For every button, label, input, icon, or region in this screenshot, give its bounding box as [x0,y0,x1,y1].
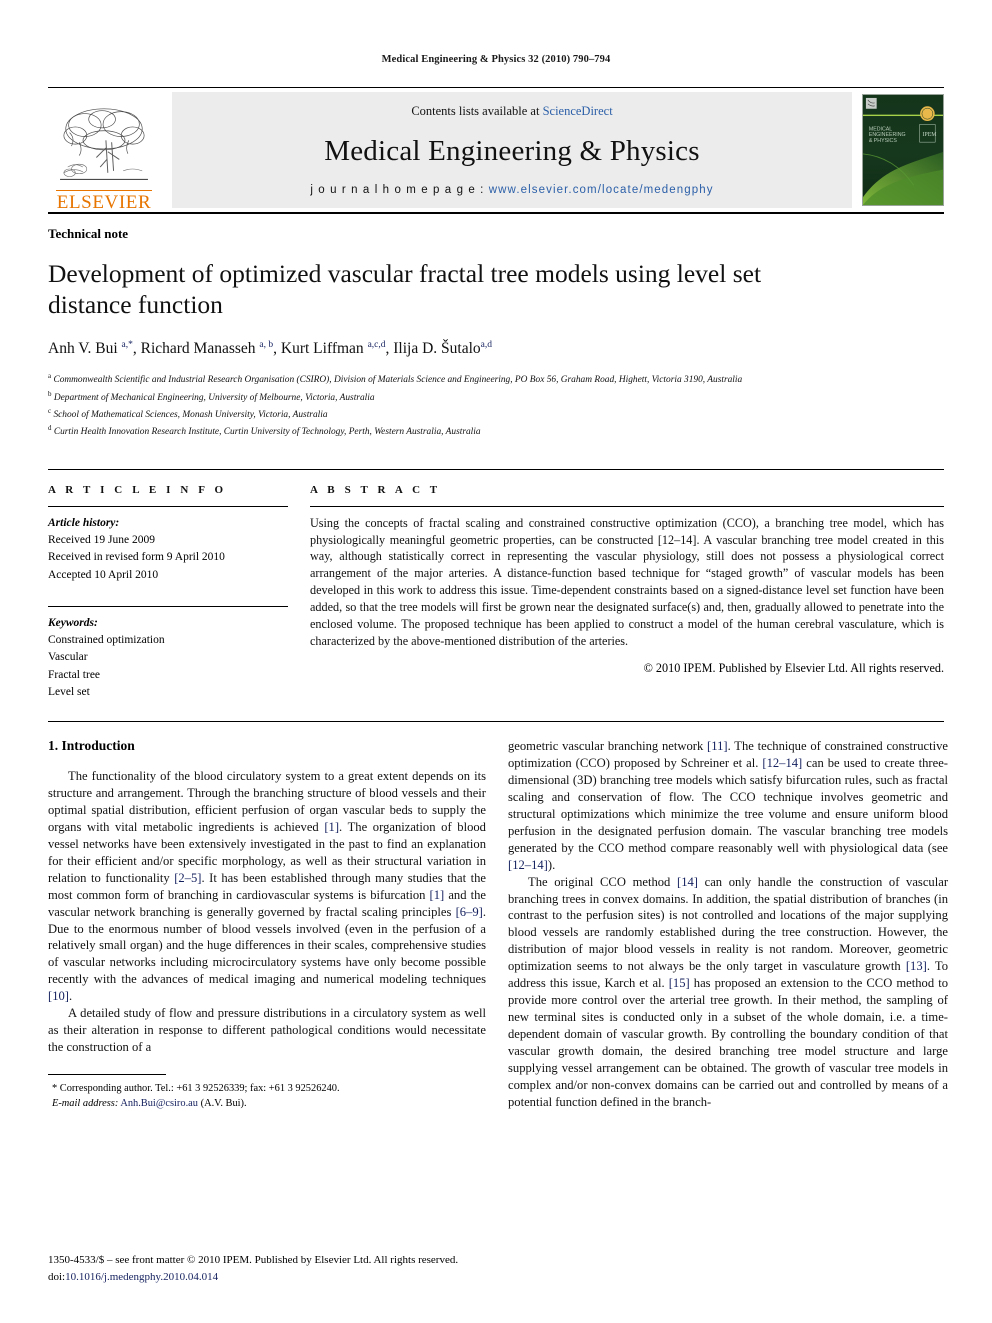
body-columns: 1. Introduction The functionality of the… [48,738,948,1111]
sciencedirect-link[interactable]: ScienceDirect [543,104,613,118]
keywords-rule [48,605,288,607]
footnote-zone: * Corresponding author. Tel.: +61 3 9252… [48,1073,486,1111]
affiliation-item: a Commonwealth Scientific and Industrial… [48,371,944,388]
doi-link[interactable]: 10.1016/j.medengphy.2010.04.014 [65,1271,218,1283]
affiliation-item: d Curtin Health Innovation Research Inst… [48,423,944,440]
footnote-rule [48,1073,166,1075]
abstract-column: A B S T R A C T Using the concepts of fr… [306,484,944,701]
abstract-heading: A B S T R A C T [310,483,441,496]
abstract-text: Using the concepts of fractal scaling an… [310,515,944,648]
body-paragraph: The original CCO method [14] can only ha… [508,874,949,1109]
keyword-item: Level set [48,685,90,698]
journal-homepage-line: j o u r n a l h o m e p a g e : www.else… [310,184,713,196]
keywords-block: Keywords: Constrained optimization Vascu… [48,615,288,701]
affiliation-text: Department of Mechanical Engineering, Un… [53,392,375,403]
body-column-right: geometric vascular branching network [11… [508,738,948,1111]
article-history-label: Article history: [48,516,120,529]
contents-available-line: Contents lists available at ScienceDirec… [411,104,612,119]
info-abstract-region: A R T I C L E I N F O Article history: R… [48,468,944,701]
article-history-item: Accepted 10 April 2010 [48,568,159,581]
journal-title: Medical Engineering & Physics [324,135,700,167]
journal-masthead: ELSEVIER Contents lists available at Sci… [48,87,944,212]
page-title: Development of optimized vascular fracta… [48,259,762,320]
corresponding-author-note: * Corresponding author. Tel.: +61 3 9252… [52,1082,340,1094]
elsevier-logo: ELSEVIER [48,88,160,212]
affiliation-text: School of Mathematical Sciences, Monash … [53,410,328,421]
article-history-item: Received 19 June 2009 [48,534,155,547]
email-label: E-mail address: [52,1097,119,1109]
doi-line: doi:10.1016/j.medengphy.2010.04.014 [48,1269,668,1286]
elsevier-tree-icon [60,108,148,181]
page-footer: 1350-4533/$ – see front matter © 2010 IP… [48,1252,668,1285]
affiliation-list: a Commonwealth Scientific and Industrial… [48,371,944,440]
article-info-rule [48,505,288,507]
email-suffix: (A.V. Bui). [200,1097,247,1109]
affiliation-mark: b [48,389,52,398]
keywords-label: Keywords: [48,616,98,629]
journal-cover-thumbnail: MEDICAL ENGINEERING & PHYSICS IPEM [862,94,944,206]
keyword-item: Fractal tree [48,668,101,681]
keyword-item: Constrained optimization [48,634,165,647]
homepage-label: j o u r n a l h o m e p a g e : [310,184,489,196]
article-info-heading: A R T I C L E I N F O [48,483,227,496]
keyword-item: Vascular [48,651,88,664]
article-history-item: Received in revised form 9 April 2010 [48,551,225,564]
homepage-url-link[interactable]: www.elsevier.com/locate/medengphy [489,184,714,196]
doi-prefix: doi: [48,1270,66,1283]
author-list: Anh V. Bui a,*, Richard Manasseh a, b, K… [48,340,492,358]
affiliation-text: Curtin Health Innovation Research Instit… [53,427,481,438]
abstract-rule [310,505,944,507]
body-paragraph: geometric vascular branching network [11… [508,739,948,872]
masthead-bottom-rule [48,212,944,214]
cover-art: MEDICAL ENGINEERING & PHYSICS IPEM [863,95,943,205]
svg-text:& PHYSICS: & PHYSICS [869,138,897,144]
affiliation-mark: c [48,407,52,416]
affiliation-mark: d [48,424,52,433]
document-type-label: Technical note [48,226,129,241]
svg-text:IPEM: IPEM [923,132,938,138]
running-head: Medical Engineering & Physics 32 (2010) … [381,54,611,65]
issn-copyright-line: 1350-4533/$ – see front matter © 2010 IP… [48,1254,459,1266]
affiliation-item: c School of Mathematical Sciences, Monas… [48,406,944,423]
affiliation-mark: a [48,372,52,381]
abstract-copyright: © 2010 IPEM. Published by Elsevier Ltd. … [643,661,944,676]
body-top-rule [48,721,944,723]
article-info-column: A R T I C L E I N F O Article history: R… [48,484,306,701]
email-note: E-mail address: Anh.Bui@csiro.au (A.V. B… [48,1096,486,1111]
affiliation-item: b Department of Mechanical Engineering, … [48,389,944,406]
contents-prefix: Contents lists available at [411,104,543,118]
affiliation-text: Commonwealth Scientific and Industrial R… [53,375,743,386]
body-column-left: 1. Introduction The functionality of the… [48,738,486,1111]
section-heading-introduction: 1. Introduction [48,738,135,754]
body-paragraph: The functionality of the blood circulato… [48,769,487,1004]
paper-page: Medical Engineering & Physics 32 (2010) … [0,0,992,1323]
body-paragraph: A detailed study of flow and pressure di… [48,1006,486,1055]
email-link[interactable]: Anh.Bui@csiro.au [120,1098,198,1109]
elsevier-wordmark: ELSEVIER [56,190,152,213]
masthead-center-panel: Contents lists available at ScienceDirec… [172,92,852,208]
